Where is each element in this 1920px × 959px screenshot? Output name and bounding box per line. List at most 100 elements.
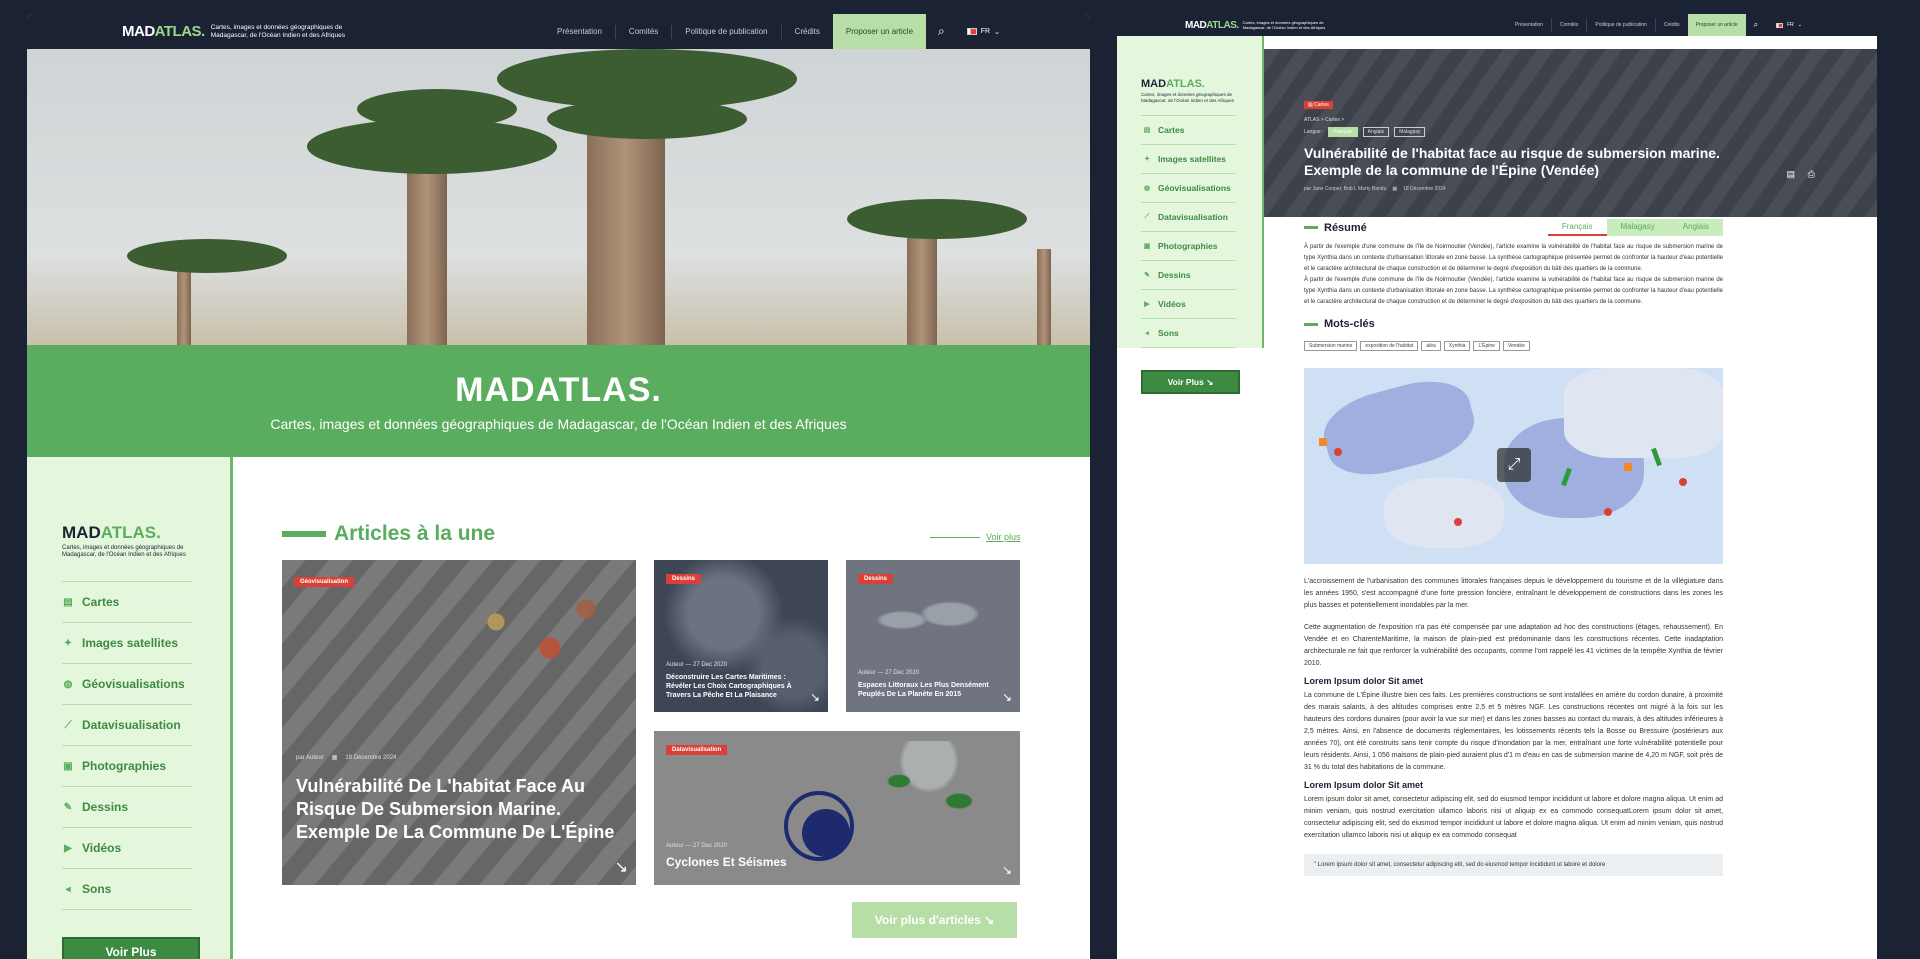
sidebar-logo[interactable]: MADATLAS. [62, 523, 230, 543]
category-badge: ▤ Cartes [1304, 101, 1333, 109]
pdf-icon[interactable]: ▤ [1786, 169, 1795, 180]
article-title: Espaces Littoraux Les Plus Densément Peu… [858, 682, 989, 698]
tab-francais[interactable]: Français [1547, 219, 1607, 236]
sidebar-item-geovisualisations[interactable]: ◍ Géovisualisations [1141, 174, 1236, 203]
summary-paragraph: À partir de l'exemple d'une commune de l… [1304, 244, 1723, 272]
sidebar-item-videos[interactable]: ▶ Vidéos [1141, 290, 1236, 319]
language-label: Langue : [1304, 129, 1324, 135]
language-selector[interactable]: FR ⌄ [957, 28, 1010, 36]
lang-option-mg[interactable]: Malagasy [1394, 127, 1426, 137]
arrow-right-icon [930, 536, 980, 538]
article-header: ▤ Cartes ATLAS > Cartes > Langue : Franç… [1264, 49, 1877, 217]
featured-article-card[interactable]: Géovisualisation par Auteur ▦ 18 Décembr… [282, 560, 636, 885]
summary-paragraph: À partir de l'exemple d'une commune de l… [1304, 277, 1723, 305]
nav-credits[interactable]: Crédits [1656, 18, 1688, 32]
keyword-tag[interactable]: L'Épine [1473, 341, 1500, 351]
print-icon[interactable]: ⎙ [1808, 169, 1815, 180]
article-card[interactable]: Datavisualisation Auteur — 27 Dec 2020 C… [654, 731, 1020, 885]
sidebar-item-dessins[interactable]: ✎ Dessins [1141, 261, 1236, 290]
arrow-down-right-icon: ↘ [1001, 690, 1012, 704]
arrow-down-right-icon: ↘ [614, 859, 628, 876]
tagline: Cartes, images et données géographiques … [210, 23, 345, 39]
chart-icon: ⟋ [1144, 213, 1150, 220]
sound-icon: ◂ [1145, 330, 1149, 337]
sidebar-item-images-satellites[interactable]: ✦ Images satellites [62, 623, 192, 664]
body-paragraph: Cette augmentation de l'exposition n'a p… [1304, 624, 1723, 667]
sidebar-logo[interactable]: MADATLAS. [1141, 78, 1262, 90]
nav-credits[interactable]: Crédits [782, 25, 833, 39]
brand[interactable]: MADATLAS. Cartes, images et données géog… [1185, 20, 1333, 31]
article-card[interactable]: Dessins Auteur — 27 Dec 2020 Déconstruir… [654, 560, 828, 712]
propose-article-button[interactable]: Proposer un article [832, 14, 927, 49]
quote-block: " Lorem ipsum dolor sit amet, consectetu… [1304, 854, 1723, 876]
sidebar-item-datavisualisation[interactable]: ⟋ Datavisualisation [1141, 203, 1236, 232]
keyword-tag[interactable]: Vendée [1502, 341, 1530, 351]
lang-option-en[interactable]: Anglais [1362, 127, 1390, 137]
chevron-down-icon: ⌄ [994, 28, 1000, 36]
search-icon[interactable]: ⌕ [1746, 20, 1766, 30]
sidebar-tagline: Cartes, images et données géographiques … [62, 545, 186, 558]
nav-presentation[interactable]: Présentation [544, 24, 616, 39]
article-map[interactable]: ⤢ [1304, 368, 1723, 564]
nav-politique[interactable]: Politique de publication [1587, 18, 1656, 32]
sidebar-item-photographies[interactable]: ▣ Photographies [62, 746, 192, 787]
article-byline: par Jane Cooper, Bob L Marty Bandu [1304, 186, 1387, 192]
article-meta: Auteur — 27 Dec 2020 [666, 843, 728, 849]
hero-title: MADATLAS. [455, 371, 662, 409]
keyword-tag[interactable]: Submersion marine [1304, 341, 1358, 351]
sidebar-item-datavisualisation[interactable]: ⟋ Datavisualisation [62, 705, 192, 746]
sidebar-item-sons[interactable]: ◂ Sons [1141, 319, 1236, 348]
expand-icon[interactable]: ⤢ [1497, 448, 1531, 482]
flag-icon [966, 28, 977, 35]
sidebar-item-photographies[interactable]: ▣ Photographies [1141, 232, 1236, 261]
section-heading: Lorem Ipsum dolor Sit amet [1304, 780, 1424, 790]
keyword-tag[interactable]: Xynthia [1443, 341, 1471, 351]
breadcrumb[interactable]: ATLAS > Cartes > [1304, 117, 1857, 123]
arrow-down-right-icon: ↘ [809, 690, 820, 704]
sidebar-item-dessins[interactable]: ✎ Dessins [62, 787, 192, 828]
sidebar-item-cartes[interactable]: ▤ Cartes [1141, 116, 1236, 145]
nav-comites[interactable]: Comités [1552, 18, 1588, 32]
tab-malagasy[interactable]: Malagasy [1606, 219, 1669, 236]
nav-comites[interactable]: Comités [616, 24, 673, 39]
nav-politique[interactable]: Politique de publication [672, 24, 782, 39]
article-author: par Auteur [296, 754, 324, 761]
brand[interactable]: MADATLAS. Cartes, images et données géog… [122, 23, 351, 40]
article-card[interactable]: Dessins Auteur — 27 Dec 2020 Espaces Lit… [846, 560, 1020, 712]
hero-image [27, 49, 1090, 345]
map-icon: ▤ [1143, 127, 1151, 134]
more-articles-button[interactable]: Voir plus d'articles ↘ [852, 902, 1017, 938]
sidebar-item-geovisualisations[interactable]: ◍ Géovisualisations [62, 664, 192, 705]
summary-title: Résumé [1304, 222, 1367, 234]
arrow-down-right-icon: ↘ [1001, 863, 1012, 877]
tab-anglais[interactable]: Anglais [1668, 219, 1723, 236]
body-paragraph: La commune de L'Épine illustre bien ces … [1304, 692, 1723, 771]
category-badge: Géovisualisation [294, 577, 355, 587]
keyword-tag[interactable]: exposition de l'habitat [1360, 341, 1419, 351]
sidebar-item-videos[interactable]: ▶ Vidéos [62, 828, 192, 869]
satellite-icon: ✦ [63, 637, 73, 649]
language-selector[interactable]: FR ⌄ [1766, 22, 1812, 28]
hero-subtitle: Cartes, images et données géographiques … [270, 416, 847, 432]
lang-option-fr[interactable]: Français [1328, 127, 1358, 137]
see-more-link[interactable]: Voir plus [930, 532, 1021, 542]
sidebar-item-cartes[interactable]: ▤ Cartes [62, 582, 192, 623]
keyword-tag[interactable]: aléa [1421, 341, 1441, 351]
map-icon: ▤ [1308, 102, 1313, 108]
calendar-icon: ▦ [1392, 186, 1398, 192]
satellite-icon: ✦ [1144, 156, 1150, 163]
keywords-list: Submersion marine exposition de l'habitat… [1304, 334, 1723, 352]
sidebar-item-images-satellites[interactable]: ✦ Images satellites [1141, 145, 1236, 174]
article-meta: Auteur — 27 Dec 2020 [666, 662, 728, 668]
propose-article-button[interactable]: Proposer un article [1687, 14, 1746, 36]
article-title: Vulnérabilité De L'habitat Face Au Risqu… [296, 776, 615, 842]
search-icon[interactable]: ⌕ [926, 24, 957, 39]
sidebar-item-sons[interactable]: ◂ Sons [62, 869, 192, 910]
article-title: Déconstruire Les Cartes Maritimes : Révé… [666, 674, 792, 699]
nav-presentation[interactable]: Présentation [1507, 18, 1553, 32]
top-navbar: MADATLAS. Cartes, images et données géog… [27, 14, 1090, 49]
sidebar-voir-plus-button[interactable]: Voir Plus ↘ [1141, 370, 1240, 394]
sidebar-voir-plus-button[interactable]: Voir Plus [62, 937, 200, 959]
article-page-panel: MADATLAS. Cartes, images et données géog… [1117, 14, 1877, 959]
category-badge: Dessins [666, 574, 702, 584]
